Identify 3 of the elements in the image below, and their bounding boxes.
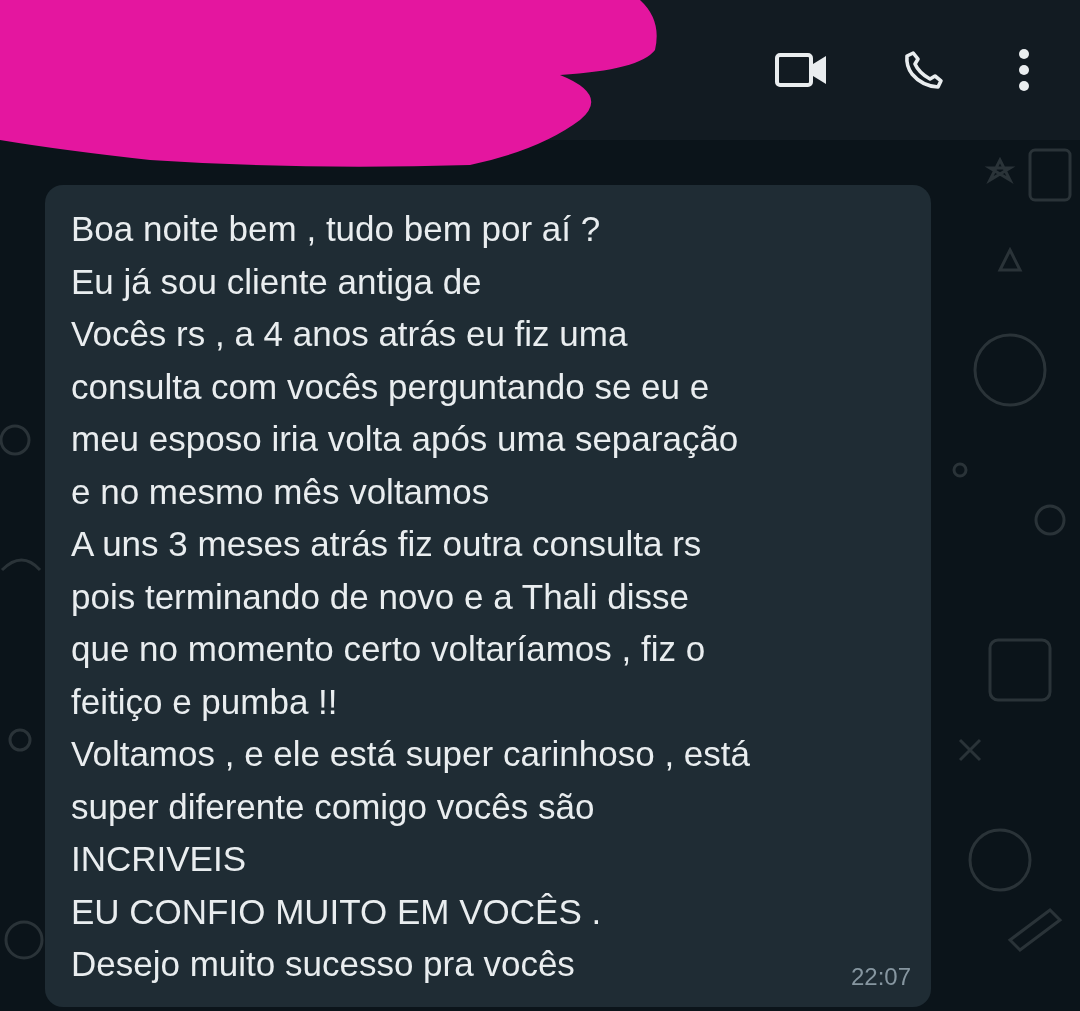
message-text: Boa noite bem , tudo bem por aí ? Eu já sou cliente antiga de Vocês rs , a 4 anos atrás eu fiz uma consulta com vocês perguntando se eu e meu esposo iria volta após uma separação e no mesmo mês voltamos A uns 3 meses atrás fiz outra consulta rs pois terminando de novo e a Thali disse que no momento certo voltaríamos , fiz o feitiço e pumba !! Voltamos , e ele está super carinhoso , está super diferente comigo vocês são INCRIVEIS EU CONFIO MUITO EM VOCÊS . Desejo muito sucesso pra vocês	[71, 208, 750, 985]
message-time: 22:07	[850, 962, 911, 991]
menu-icon[interactable]	[1018, 48, 1030, 92]
